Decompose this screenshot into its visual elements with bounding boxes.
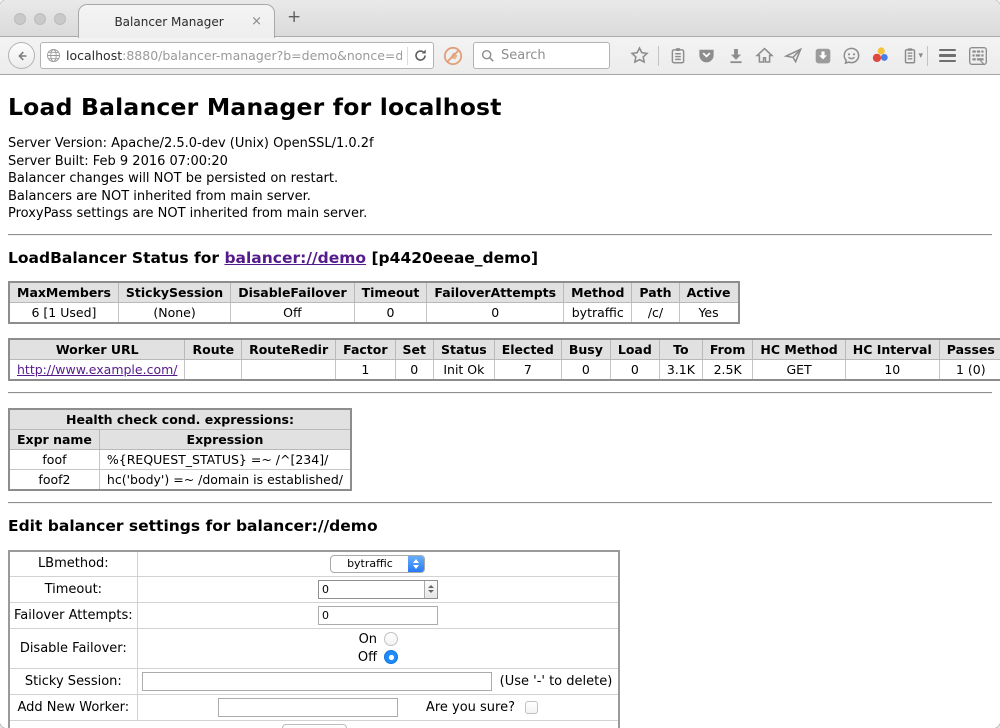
are-you-sure-checkbox[interactable]	[525, 701, 538, 714]
edit-settings-heading: Edit balancer settings for balancer://de…	[8, 517, 992, 535]
server-built: Server Built: Feb 9 2016 07:00:20	[8, 153, 992, 171]
back-icon	[15, 49, 29, 63]
download-icon[interactable]	[721, 47, 750, 65]
divider	[8, 502, 992, 504]
worker-url-link[interactable]: http://www.example.com/	[17, 362, 177, 377]
status-heading: LoadBalancer Status for balancer://demo …	[8, 249, 992, 267]
colors-icon[interactable]	[866, 46, 895, 65]
toolbar-divider-2	[927, 46, 928, 66]
lbmethod-row: LBmethod: bytraffic	[9, 551, 619, 577]
balancer-link[interactable]: balancer://demo	[224, 249, 366, 267]
reading-list-icon[interactable]	[663, 47, 692, 65]
add-worker-label: Add New Worker:	[9, 694, 137, 720]
radio-on[interactable]	[384, 632, 398, 646]
home-icon[interactable]	[750, 46, 779, 65]
tab-balancer-manager[interactable]: Balancer Manager ×	[78, 4, 275, 38]
balancer-status-table: MaxMembers StickySession DisableFailover…	[8, 281, 740, 324]
blocked-content-icon[interactable]	[443, 46, 463, 66]
search-placeholder: Search	[501, 48, 546, 63]
close-window-button[interactable]	[14, 13, 26, 25]
toolbar-buttons: ▾	[625, 46, 992, 66]
worker-table: Worker URL Route RouteRedir Factor Set S…	[8, 338, 1000, 381]
tab-title: Balancer Manager	[89, 15, 249, 29]
table-header-row: MaxMembers StickySession DisableFailover…	[9, 282, 739, 303]
sticky-session-label: Sticky Session:	[9, 668, 137, 694]
page-title: Load Balancer Manager for localhost	[8, 93, 992, 121]
submit-button[interactable]: Submit	[282, 724, 347, 728]
radio-off-label: Off	[358, 650, 377, 665]
search-bar[interactable]: Search	[473, 42, 610, 69]
divider	[8, 234, 992, 236]
globe-icon	[46, 48, 61, 63]
persist-note: Balancer changes will NOT be persisted o…	[8, 170, 992, 188]
window-controls	[14, 13, 66, 25]
tab-bar: Balancer Manager × +	[0, 0, 1000, 37]
timeout-input[interactable]	[318, 580, 438, 599]
table-row: http://www.example.com/ 1 0 Init Ok 7 0 …	[9, 359, 1000, 380]
apps-grid-icon[interactable]	[963, 46, 992, 66]
balancer-settings-form: LBmethod: bytraffic Timeout:	[8, 550, 620, 728]
sticky-session-row: Sticky Session: (Use '-' to delete)	[9, 668, 619, 694]
table-header-row: Expr name Expression	[9, 429, 351, 449]
are-you-sure-label: Are you sure?	[426, 700, 515, 715]
radio-on-label: On	[359, 632, 377, 647]
feedback-icon[interactable]	[837, 46, 866, 65]
divider	[8, 392, 992, 394]
disable-failover-radios: On Off	[358, 632, 398, 665]
url-divider	[407, 47, 408, 65]
health-check-table: Health check cond. expressions: Expr nam…	[8, 408, 352, 491]
timeout-label: Timeout:	[9, 576, 137, 602]
url-text: localhost:8880/balancer-manager?b=demo&n…	[66, 48, 402, 63]
browser-window: Balancer Manager × + localhost:8880/bala…	[0, 0, 1000, 728]
table-row: foof %{REQUEST_STATUS} =~ /^[234]/	[9, 449, 351, 469]
server-info: Server Version: Apache/2.5.0-dev (Unix) …	[8, 135, 992, 223]
timeout-row: Timeout:	[9, 576, 619, 602]
select-stepper-icon	[408, 555, 424, 573]
add-worker-input[interactable]	[218, 698, 398, 717]
save-page-icon[interactable]	[808, 47, 837, 65]
failover-attempts-row: Failover Attempts:	[9, 602, 619, 628]
menu-icon[interactable]	[932, 49, 963, 63]
radio-off[interactable]	[384, 650, 398, 664]
tab-close-icon[interactable]: ×	[249, 15, 264, 28]
server-version: Server Version: Apache/2.5.0-dev (Unix) …	[8, 135, 992, 153]
back-button[interactable]	[8, 42, 35, 69]
reload-icon[interactable]	[413, 48, 428, 63]
toolbar-divider	[658, 46, 659, 66]
disable-failover-row: Disable Failover: On Off	[9, 628, 619, 668]
page-content: Load Balancer Manager for localhost Serv…	[0, 75, 1000, 728]
new-tab-button[interactable]: +	[287, 9, 301, 26]
sticky-session-input[interactable]	[142, 672, 492, 691]
lbmethod-label: LBmethod:	[9, 551, 137, 577]
table-row: 6 [1 Used] (None) Off 0 0 bytraffic /c/ …	[9, 302, 739, 323]
table-header-row: Worker URL Route RouteRedir Factor Set S…	[9, 339, 1000, 360]
failover-attempts-input[interactable]	[318, 606, 438, 625]
spinner-icon[interactable]	[424, 581, 437, 598]
navigation-toolbar: localhost:8880/balancer-manager?b=demo&n…	[0, 37, 1000, 75]
url-bar[interactable]: localhost:8880/balancer-manager?b=demo&n…	[40, 42, 434, 69]
zoom-window-button[interactable]	[54, 13, 66, 25]
submit-row: Submit	[9, 720, 619, 728]
pocket-icon[interactable]	[692, 46, 721, 65]
lbmethod-select[interactable]: bytraffic	[330, 555, 425, 573]
disable-failover-label: Disable Failover:	[9, 628, 137, 668]
url-domain: localhost	[66, 48, 122, 63]
url-path: :8880/balancer-manager?b=demo&nonce=decc…	[122, 48, 402, 63]
caret-icon[interactable]: ▾	[918, 51, 923, 61]
table-title-row: Health check cond. expressions:	[9, 409, 351, 430]
add-worker-row: Add New Worker: Are you sure?	[9, 694, 619, 720]
sticky-hint: (Use '-' to delete)	[500, 674, 613, 689]
send-icon[interactable]	[779, 46, 808, 65]
proxypass-note: ProxyPass settings are NOT inherited fro…	[8, 205, 992, 223]
failover-attempts-label: Failover Attempts:	[9, 602, 137, 628]
inherit-note: Balancers are NOT inherited from main se…	[8, 188, 992, 206]
search-icon	[481, 49, 495, 63]
bookmark-star-icon[interactable]	[625, 46, 654, 65]
table-row: foof2 hc('body') =~ /domain is establish…	[9, 469, 351, 490]
minimize-window-button[interactable]	[34, 13, 46, 25]
